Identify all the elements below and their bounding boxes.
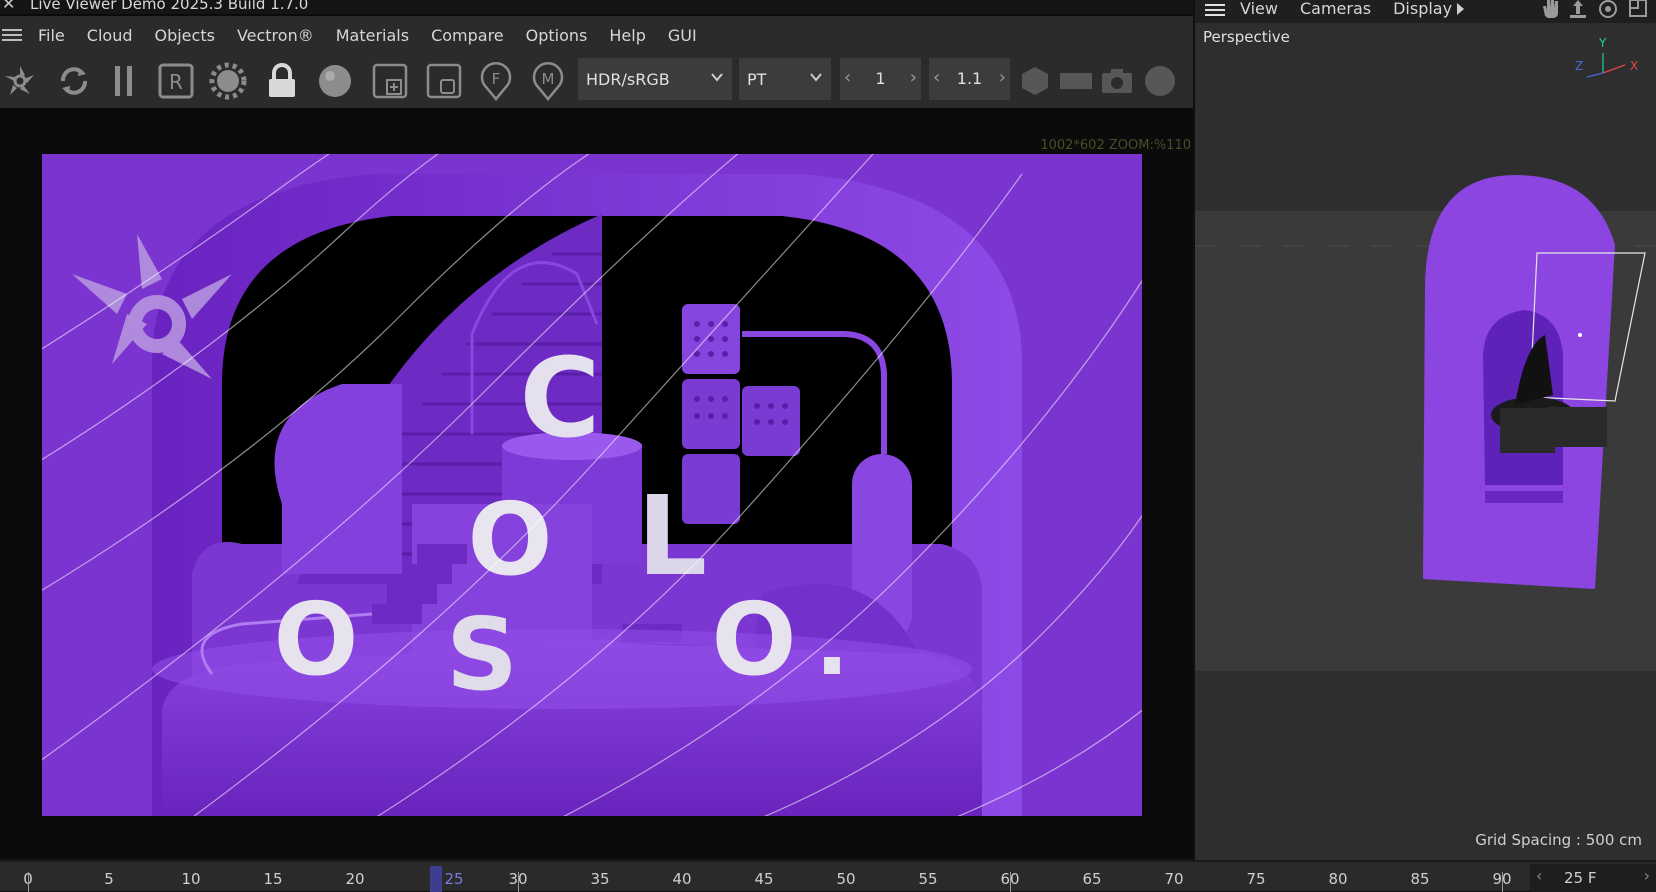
toolbar: R F M HDR/sRGB PT ‹ 1 › ‹ 1.1 › [0,54,1193,108]
render-image: C O L O S O . [42,154,1142,816]
render-letter-dot: . [815,591,849,696]
move-icon[interactable] [1570,0,1586,18]
axis-gizmo: Y X Z [1575,36,1638,78]
hamburger-menu-icon[interactable] [2,26,22,42]
material-pin-icon[interactable]: M [528,61,568,101]
chevron-left-icon[interactable]: ‹ [1536,866,1542,885]
menu-options[interactable]: Options [526,26,588,45]
menu-cloud[interactable]: Cloud [87,26,133,45]
menu-cameras[interactable]: Cameras [1300,0,1371,18]
region-icon[interactable] [424,61,464,101]
chevron-down-icon [711,73,723,82]
scene-arch-model [1423,175,1646,589]
perspective-view[interactable]: Perspective Y X Z Grid Spacing: 500 cm [1195,25,1656,860]
window-title: Live Viewer Demo 2025.3 Build 1.7.0 [30,0,309,13]
title-bar: ✕ Live Viewer Demo 2025.3 Build 1.7.0 [0,0,1193,14]
maximize-icon[interactable] [1629,0,1647,17]
lock-icon[interactable] [262,61,302,101]
render-mode-value: HDR/sRGB [586,69,670,89]
menu-help[interactable]: Help [609,26,645,45]
render-letter-o1: O [467,481,552,598]
render-mode-select[interactable]: HDR/sRGB [578,58,732,100]
r-box-icon[interactable]: R [156,61,196,101]
render-letter-o3: O [711,581,796,698]
chevron-right-icon[interactable]: › [1644,866,1650,885]
render-letter-l: L [637,472,707,600]
svg-text:F: F [492,70,501,88]
menu-objects[interactable]: Objects [154,26,214,45]
close-icon[interactable]: ✕ [2,0,15,13]
sphere-icon[interactable] [315,61,355,101]
frame-field[interactable]: ‹ 25 F › [1530,864,1656,892]
menu-vectron[interactable]: Vectron® [237,26,314,45]
live-viewer-panel: ✕ Live Viewer Demo 2025.3 Build 1.7.0 Fi… [0,0,1193,858]
orbit-icon[interactable] [1599,0,1617,18]
kernel-value: PT [747,69,767,89]
menu-gui[interactable]: GUI [668,26,697,45]
chevron-down-icon [810,73,822,82]
add-region-icon[interactable] [370,61,410,101]
hamburger-menu-icon[interactable] [1205,2,1225,16]
render-letter-o2: O [273,581,358,698]
menu-materials[interactable]: Materials [336,26,409,45]
focus-pin-icon[interactable]: F [476,61,516,101]
timeline[interactable]: 0 5 10 15 20 25 30 35 40 45 50 55 60 65 … [0,860,1656,892]
menu-bar: File Cloud Objects Vectron® Materials Co… [0,16,1193,54]
timeline-playhead[interactable] [430,866,442,892]
perspective-panel: View Cameras Display Perspective Y X Z G… [1195,0,1656,860]
gear-icon[interactable] [208,61,248,101]
stepper-1[interactable]: ‹ 1 › [840,58,921,100]
stepper-2[interactable]: ‹ 1.1 › [929,58,1010,100]
pause-icon[interactable] [104,61,144,101]
perspective-header: View Cameras Display [1195,0,1656,23]
hexagon-icon[interactable] [1015,61,1055,101]
zoom-info: 1002*602 ZOOM:%110 [1040,138,1191,153]
octane-logo-icon[interactable] [0,61,40,101]
svg-text:R: R [169,70,183,94]
menu-file[interactable]: File [38,26,65,45]
svg-text:M: M [542,70,555,88]
axis-x-label: X [1630,59,1638,73]
chevron-right-icon[interactable]: › [910,67,917,88]
menu-compare[interactable]: Compare [431,26,504,45]
chevron-right-icon[interactable]: › [999,67,1006,88]
circle-icon[interactable] [1140,61,1180,101]
kernel-select[interactable]: PT [739,58,831,100]
hand-icon[interactable] [1543,0,1558,18]
axis-y-label: Y [1598,36,1607,50]
frame-field-value[interactable]: 25 F [1564,869,1596,887]
grid-spacing-label: Grid Spacing : 500 cm [1475,831,1642,849]
refresh-icon[interactable] [54,61,94,101]
more-arrow-icon[interactable] [1457,3,1464,15]
render-letter-c: C [520,334,601,462]
camera-icon[interactable] [1097,61,1137,101]
menu-display[interactable]: Display [1393,0,1452,18]
rect-icon[interactable] [1056,61,1096,101]
render-viewport[interactable]: 1002*602 ZOOM:%110 C O L O S O . [0,108,1193,858]
menu-view[interactable]: View [1240,0,1278,18]
axis-z-label: Z [1575,59,1583,73]
render-letter-s: S [446,596,518,713]
